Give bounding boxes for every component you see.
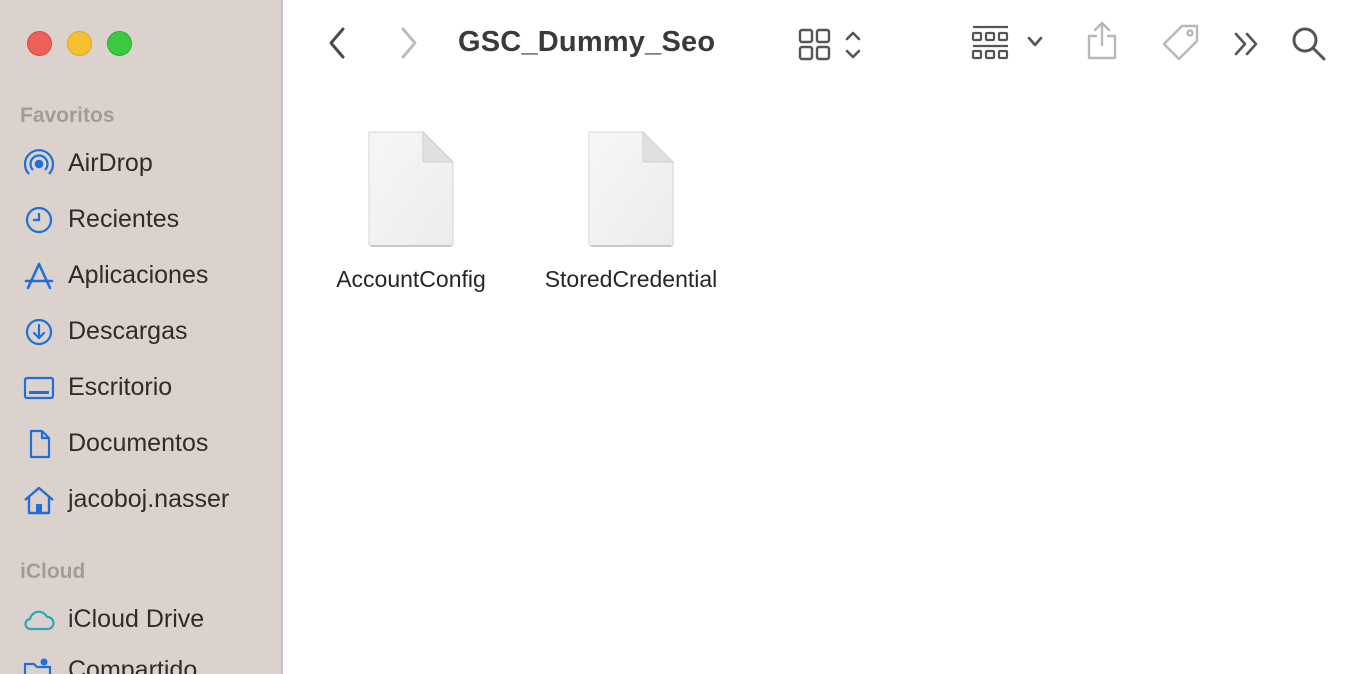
sidebar-item-label: Compartido	[68, 656, 198, 674]
sidebar-item-label: jacoboj.nasser	[68, 485, 230, 513]
window-title: GSC_Dummy_Seo	[458, 26, 716, 58]
chevron-down-icon[interactable]	[1026, 34, 1044, 50]
shared-folder-icon	[23, 658, 52, 674]
sidebar-item-descargas[interactable]: Descargas	[0, 309, 281, 353]
cloud-icon	[24, 610, 55, 631]
applications-icon	[24, 262, 54, 290]
sidebar-item-label: iCloud Drive	[68, 605, 205, 633]
airdrop-icon	[23, 149, 55, 175]
sidebar-item-label: Descargas	[68, 317, 188, 345]
sidebar: Favoritos AirDrop Recientes Aplicaciones…	[0, 0, 281, 674]
sidebar-item-icloud-drive[interactable]: iCloud Drive	[0, 597, 281, 641]
main-content: GSC_Dummy_Seo AccountConfig StoredCreden…	[283, 0, 1350, 674]
icon-view-icon[interactable]	[798, 28, 832, 62]
sidebar-item-label: Recientes	[68, 205, 180, 233]
download-icon	[25, 318, 53, 346]
close-button[interactable]	[27, 31, 52, 56]
back-icon[interactable]	[325, 26, 349, 60]
group-icon[interactable]	[971, 24, 1011, 62]
sidebar-item-label: Aplicaciones	[68, 261, 209, 289]
sidebar-item-documentos[interactable]: Documentos	[0, 421, 281, 465]
home-icon	[24, 486, 54, 515]
sidebar-item-aplicaciones[interactable]: Aplicaciones	[0, 253, 281, 297]
sidebar-item-label: AirDrop	[68, 149, 153, 177]
document-icon	[29, 429, 51, 459]
minimize-button[interactable]	[67, 31, 92, 56]
window-controls	[27, 31, 132, 56]
generic-file-icon	[588, 130, 675, 247]
view-options-chevron-icon[interactable]	[843, 28, 863, 62]
favorites-section-title: Favoritos	[20, 104, 115, 127]
sidebar-item-recientes[interactable]: Recientes	[0, 197, 281, 241]
search-icon[interactable]	[1291, 26, 1327, 62]
sidebar-item-label: Documentos	[68, 429, 209, 457]
more-icon[interactable]	[1233, 30, 1261, 58]
generic-file-icon	[368, 130, 455, 247]
icloud-section-title: iCloud	[20, 560, 86, 583]
share-icon[interactable]	[1085, 20, 1119, 62]
forward-icon[interactable]	[397, 26, 421, 60]
tag-icon[interactable]	[1160, 22, 1202, 64]
sidebar-item-label: Escritorio	[68, 373, 173, 401]
file-name: StoredCredential	[544, 266, 718, 292]
sidebar-item-escritorio[interactable]: Escritorio	[0, 365, 281, 409]
desktop-icon	[23, 376, 55, 400]
clock-icon	[25, 206, 53, 234]
sidebar-item-airdrop[interactable]: AirDrop	[0, 141, 281, 185]
file-name: AccountConfig	[336, 266, 486, 292]
zoom-button[interactable]	[107, 31, 132, 56]
sidebar-item-home[interactable]: jacoboj.nasser	[0, 477, 281, 521]
sidebar-item-compartido[interactable]: Compartido	[0, 648, 281, 674]
